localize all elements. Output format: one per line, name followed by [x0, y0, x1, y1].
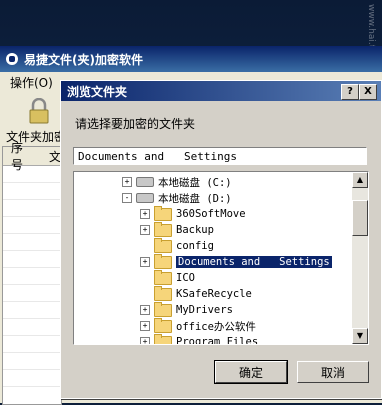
dialog-prompt: 请选择要加密的文件夹 — [75, 117, 196, 131]
scroll-down-button[interactable]: ▼ — [352, 328, 368, 344]
scroll-up-button[interactable]: ▲ — [352, 172, 368, 188]
tree-item-label: office办公软件 — [176, 320, 256, 333]
expand-toggle-icon[interactable]: + — [122, 177, 132, 187]
close-button[interactable]: X — [359, 84, 377, 100]
expand-toggle-icon[interactable]: + — [140, 305, 150, 315]
tree-item[interactable]: + MyDrivers — [140, 301, 233, 318]
padlock-icon[interactable] — [28, 98, 50, 124]
column-header[interactable]: 序号 — [11, 139, 35, 173]
ok-button[interactable]: 确定 — [214, 360, 288, 384]
list-header: 序号 文 — [3, 141, 61, 172]
tree-item-label: config — [176, 240, 214, 252]
list-row — [3, 319, 61, 336]
list-row — [3, 234, 61, 251]
list-row — [3, 336, 61, 353]
list-row — [3, 268, 61, 285]
tree-item-label: MyDrivers — [176, 304, 233, 316]
list-row — [3, 251, 61, 268]
expand-toggle-icon[interactable]: + — [140, 209, 150, 219]
cancel-button[interactable]: 取消 — [297, 361, 369, 383]
tree-item[interactable]: - 本地磁盘 (D:) — [122, 190, 232, 206]
scroll-thumb[interactable] — [352, 200, 368, 236]
expand-toggle-icon[interactable]: + — [140, 257, 150, 267]
tree-item[interactable]: +360SoftMove — [140, 205, 246, 222]
dialog-titlebar[interactable]: 浏览文件夹 ? X — [61, 81, 381, 101]
list-row — [3, 353, 61, 370]
folder-tree-rows: + 本地磁盘 (C:) - 本地磁盘 (D:) +360SoftMove + Backup c… — [74, 172, 350, 344]
folder-path-field[interactable]: Documents and Settings — [73, 147, 367, 165]
list-row — [3, 302, 61, 319]
lock-icon — [6, 53, 18, 65]
drive-icon — [136, 193, 154, 203]
folder-icon — [154, 253, 172, 269]
tree-item-label: 本地磁盘 (C:) — [158, 176, 232, 189]
folder-icon — [154, 301, 172, 317]
folder-icon — [154, 285, 172, 301]
tree-item-label: 360SoftMove — [176, 208, 246, 220]
tree-item-label: Backup — [176, 224, 214, 236]
list-row — [3, 217, 61, 234]
tree-item-label: KSafeRecycle — [176, 288, 252, 300]
expand-toggle-icon[interactable]: + — [140, 337, 150, 344]
list-row — [3, 200, 61, 217]
folder-icon — [154, 237, 172, 253]
expand-toggle-icon[interactable]: + — [140, 225, 150, 235]
main-window-titlebar[interactable]: 易捷文件(夹)加密软件 — [0, 46, 382, 72]
file-list[interactable]: 序号 文 — [2, 141, 62, 405]
browse-folder-dialog: 浏览文件夹 ? X 请选择要加密的文件夹 Documents and Setti… — [60, 80, 382, 399]
tree-item[interactable]: ICO — [140, 269, 195, 286]
main-window-title: 易捷文件(夹)加密软件 — [24, 52, 143, 67]
expand-toggle-icon[interactable]: - — [122, 193, 132, 203]
list-row — [3, 285, 61, 302]
menu-operation[interactable]: 操作(O) — [10, 74, 53, 91]
tree-item-label: ICO — [176, 272, 195, 284]
tree-scrollbar[interactable]: ▲ ▼ — [352, 172, 368, 344]
tree-item[interactable]: + Documents and Settings — [140, 253, 332, 270]
folder-icon — [154, 269, 172, 285]
folder-tree[interactable]: + 本地磁盘 (C:) - 本地磁盘 (D:) +360SoftMove + Backup c… — [73, 171, 369, 345]
expand-toggle-icon[interactable]: + — [140, 321, 150, 331]
dialog-title: 浏览文件夹 — [67, 84, 128, 99]
tree-item-label: Documents and Settings — [176, 256, 332, 268]
tree-item[interactable]: KSafeRecycle — [140, 285, 252, 302]
list-row — [3, 370, 61, 387]
tree-item[interactable]: + office办公软件 — [140, 317, 256, 334]
help-button[interactable]: ? — [341, 84, 359, 100]
tree-item-label: Program Files — [176, 336, 259, 345]
list-row — [3, 183, 61, 200]
folder-icon — [154, 317, 172, 333]
folder-icon — [154, 205, 172, 221]
folder-icon — [154, 333, 172, 344]
tree-item[interactable]: config — [140, 237, 214, 254]
tree-item[interactable]: + Program Files — [140, 333, 259, 345]
drive-icon — [136, 177, 154, 187]
tree-item-label: 本地磁盘 (D:) — [158, 192, 232, 205]
folder-icon — [154, 221, 172, 237]
tree-item[interactable]: + Backup — [140, 221, 214, 238]
tree-item[interactable]: + 本地磁盘 (C:) — [122, 174, 232, 190]
